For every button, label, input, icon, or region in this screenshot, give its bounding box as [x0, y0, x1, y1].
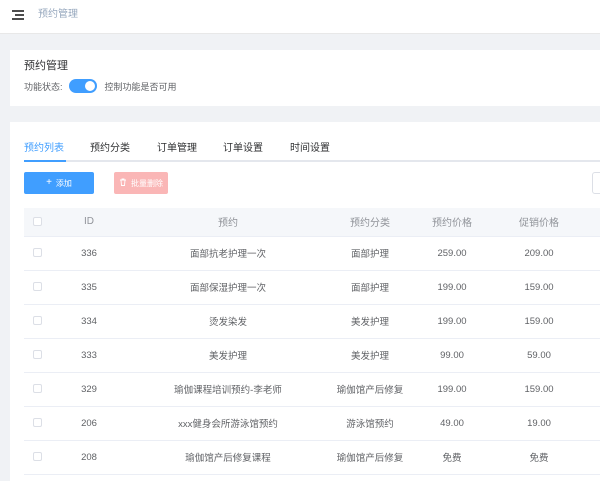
cell-reservation: 面部保湿护理一次 — [128, 270, 328, 305]
tab-order-management[interactable]: 订单管理 — [157, 142, 197, 156]
cell-price: 49.00 — [412, 406, 492, 441]
cell-id: 329 — [50, 372, 128, 407]
cell-id: 206 — [50, 406, 128, 441]
row-checkbox[interactable] — [32, 282, 42, 292]
cell-promo-price: 免费 — [492, 440, 586, 475]
main-card: 预约列表 预约分类 订单管理 订单设置 时间设置 + 添加 批量删除 ID 预约… — [10, 122, 600, 481]
table-row: 333 美发护理 美发护理 99.00 59.00 — [24, 338, 600, 373]
cell-category: 瑜伽馆产后修复 — [328, 440, 412, 475]
cell-reservation: 美发护理 — [128, 338, 328, 373]
header-card: 预约管理 功能状态: 控制功能是否可用 — [10, 50, 600, 106]
select-all-checkbox[interactable] — [32, 217, 42, 227]
cell-reservation: 瑜伽馆产后修复课程 — [128, 440, 328, 475]
batch-delete-button[interactable]: 批量删除 — [114, 172, 168, 194]
cell-price: 99.00 — [412, 338, 492, 373]
cell-overflow — [586, 236, 600, 271]
table-header: ID 预约 预约分类 预约价格 促销价格 — [24, 208, 600, 237]
cell-category: 游泳馆预约 — [328, 406, 412, 441]
row-checkbox[interactable] — [32, 384, 42, 394]
batch-delete-label: 批量删除 — [131, 178, 163, 188]
cell-category: 美发护理 — [328, 304, 412, 339]
cell-promo-price: 209.00 — [492, 236, 586, 271]
tab-reservation-list[interactable]: 预约列表 — [24, 142, 64, 156]
cell-price: 199.00 — [412, 270, 492, 305]
cell-reservation: 烫发染发 — [128, 304, 328, 339]
cell-reservation: 瑜伽课程培训预约-李老师 — [128, 372, 328, 407]
cell-promo-price: 19.00 — [492, 406, 586, 441]
tab-order-settings[interactable]: 订单设置 — [223, 142, 263, 156]
cell-overflow — [586, 338, 600, 373]
cell-id: 333 — [50, 338, 128, 373]
tab-reservation-category[interactable]: 预约分类 — [90, 142, 130, 156]
cell-overflow — [586, 270, 600, 305]
cell-category: 美发护理 — [328, 338, 412, 373]
tab-time-settings[interactable]: 时间设置 — [290, 142, 330, 156]
cell-overflow — [586, 372, 600, 407]
cell-promo-price: 159.00 — [492, 372, 586, 407]
cell-promo-price: 59.00 — [492, 338, 586, 373]
status-label: 功能状态: — [24, 81, 63, 92]
cell-reservation: xxx健身会所游泳馆预约 — [128, 406, 328, 441]
row-checkbox[interactable] — [32, 418, 42, 428]
cell-price: 199.00 — [412, 304, 492, 339]
cell-id: 208 — [50, 440, 128, 475]
cell-category: 面部护理 — [328, 270, 412, 305]
table-row: 206 xxx健身会所游泳馆预约 游泳馆预约 49.00 19.00 — [24, 406, 600, 441]
column-header: 预约 — [128, 208, 328, 237]
cell-category: 面部护理 — [328, 236, 412, 271]
reservation-table: ID 预约 预约分类 预约价格 促销价格 336 面部抗老护理一次 面部护理 2… — [24, 208, 600, 475]
add-button-label: 添加 — [55, 178, 72, 188]
cell-promo-price: 159.00 — [492, 304, 586, 339]
cell-overflow — [586, 406, 600, 441]
cell-overflow — [586, 440, 600, 475]
trash-icon — [119, 178, 127, 189]
table-row: 336 面部抗老护理一次 面部护理 259.00 209.00 — [24, 236, 600, 271]
breadcrumb: 预约管理 — [38, 9, 78, 20]
table-row: 329 瑜伽课程培训预约-李老师 瑜伽馆产后修复 199.00 159.00 — [24, 372, 600, 407]
top-bar: 预约管理 — [0, 0, 600, 34]
status-toggle[interactable] — [68, 79, 97, 93]
select-all-cell — [24, 208, 50, 237]
table-row: 335 面部保湿护理一次 面部护理 199.00 159.00 — [24, 270, 600, 305]
cell-promo-price: 159.00 — [492, 270, 586, 305]
table-row: 208 瑜伽馆产后修复课程 瑜伽馆产后修复 免费 免费 — [24, 440, 600, 475]
row-checkbox[interactable] — [32, 452, 42, 462]
plus-icon: + — [46, 177, 52, 188]
column-header: 预约分类 — [328, 208, 412, 237]
status-row: 功能状态: 控制功能是否可用 — [24, 78, 177, 94]
cell-reservation: 面部抗老护理一次 — [128, 236, 328, 271]
table-row: 334 烫发染发 美发护理 199.00 159.00 — [24, 304, 600, 339]
cell-id: 335 — [50, 270, 128, 305]
row-checkbox[interactable] — [32, 316, 42, 326]
cell-id: 334 — [50, 304, 128, 339]
tab-bar: 预约列表 预约分类 订单管理 订单设置 时间设置 — [24, 142, 600, 162]
column-header: ID — [50, 208, 128, 237]
cell-price: 259.00 — [412, 236, 492, 271]
cell-category: 瑜伽馆产后修复 — [328, 372, 412, 407]
add-button[interactable]: + 添加 — [24, 172, 94, 194]
active-tab-indicator — [24, 160, 66, 162]
status-hint: 控制功能是否可用 — [104, 81, 177, 92]
search-input[interactable] — [592, 172, 600, 194]
cell-price: 免费 — [412, 440, 492, 475]
cell-overflow — [586, 304, 600, 339]
column-header: 促销价格 — [492, 208, 586, 237]
cell-id: 336 — [50, 236, 128, 271]
row-checkbox[interactable] — [32, 350, 42, 360]
page-title: 预约管理 — [24, 60, 68, 72]
cell-price: 199.00 — [412, 372, 492, 407]
column-header-overflow — [586, 208, 600, 237]
row-checkbox[interactable] — [32, 248, 42, 258]
hamburger-icon[interactable] — [12, 10, 24, 20]
column-header: 预约价格 — [412, 208, 492, 237]
